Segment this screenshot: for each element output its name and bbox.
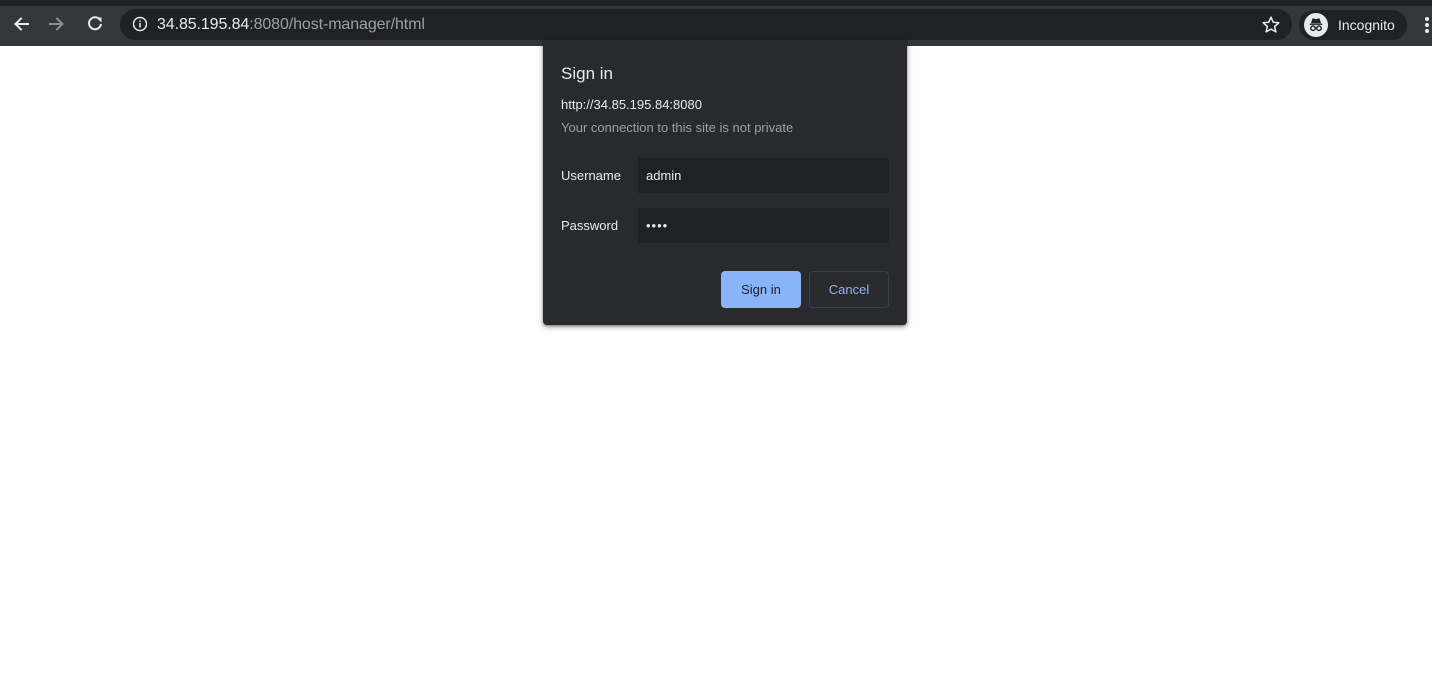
kebab-menu-icon [1425,29,1429,33]
dialog-title: Sign in [561,64,613,83]
arrow-left-icon [14,17,29,31]
kebab-menu-icon [1425,17,1429,21]
reload-icon [88,16,102,31]
url-host: 34.85.195.84 [157,16,250,33]
back-button[interactable] [6,9,36,39]
cancel-button[interactable]: Cancel [809,271,889,308]
connection-warning: Your connection to this site is not priv… [561,120,794,135]
info-icon[interactable] [132,16,148,32]
incognito-icon [1304,13,1328,37]
password-field[interactable] [638,208,889,243]
username-field[interactable] [638,158,889,193]
password-label: Password [561,218,619,233]
dialog-origin: http://34.85.195.84:8080 [561,97,702,112]
arrow-right-icon [49,17,64,31]
star-icon[interactable] [1261,15,1281,35]
url-text[interactable]: 34.85.195.84:8080/host-manager/html [157,16,425,33]
incognito-label: Incognito [1338,17,1395,33]
browser-menu-button[interactable] [1418,12,1432,38]
url-path: :8080/host-manager/html [249,16,425,33]
incognito-profile-button[interactable]: Incognito [1299,10,1407,40]
forward-button[interactable] [42,9,72,39]
address-bar[interactable]: 34.85.195.84:8080/host-manager/html [120,9,1292,40]
kebab-menu-icon [1425,23,1429,27]
http-auth-dialog: Sign in http://34.85.195.84:8080 Your co… [543,40,907,325]
reload-button[interactable] [80,9,110,39]
sign-in-button[interactable]: Sign in [721,271,801,308]
username-label: Username [561,168,621,183]
